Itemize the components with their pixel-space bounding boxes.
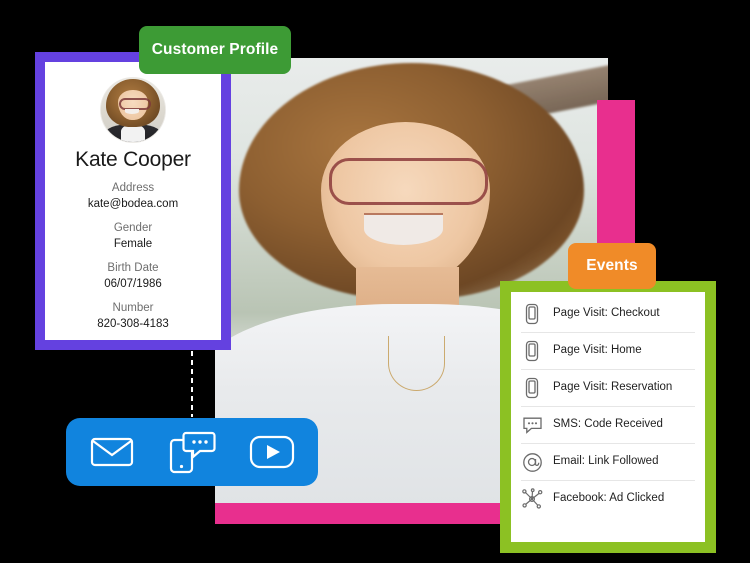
play-video-icon[interactable] [245, 431, 299, 473]
profile-field-label: Number [112, 302, 154, 315]
list-item[interactable]: Page Visit: Reservation [521, 370, 695, 407]
event-label: Page Visit: Home [553, 344, 642, 357]
composition-stage: Kate Cooper Address kate@bodea.com Gende… [0, 0, 750, 563]
channel-toolbar[interactable] [66, 418, 318, 486]
customer-name: Kate Cooper [75, 148, 191, 171]
photo-necklace [387, 335, 445, 392]
events-badge: Events [568, 243, 656, 289]
event-label: Facebook: Ad Clicked [553, 492, 665, 505]
events-list: Page Visit: Checkout Page Visit: Home Pa… [511, 292, 705, 542]
profile-field-value: 820-308-4183 [97, 317, 169, 330]
events-card: Page Visit: Checkout Page Visit: Home Pa… [500, 281, 716, 553]
list-item[interactable]: Email: Link Followed [521, 444, 695, 481]
photo-smile [364, 212, 443, 245]
pink-accent-bar-vertical [597, 100, 635, 246]
profile-field-address: Address kate@bodea.com [57, 181, 209, 212]
list-item[interactable]: Facebook: Ad Clicked [521, 481, 695, 517]
mobile-phone-icon [521, 303, 543, 325]
share-network-icon [521, 488, 543, 510]
list-item[interactable]: Page Visit: Home [521, 333, 695, 370]
customer-profile-card-inner: Kate Cooper Address kate@bodea.com Gende… [45, 62, 221, 340]
list-item[interactable]: SMS: Code Received [521, 407, 695, 444]
customer-profile-badge: Customer Profile [139, 26, 291, 74]
envelope-icon[interactable] [85, 431, 139, 473]
profile-field-value: 06/07/1986 [104, 277, 162, 290]
mobile-phone-icon [521, 377, 543, 399]
chat-bubble-icon [521, 414, 543, 436]
list-item[interactable]: Page Visit: Checkout [521, 296, 695, 333]
mobile-phone-icon [521, 340, 543, 362]
customer-profile-card: Kate Cooper Address kate@bodea.com Gende… [35, 52, 231, 350]
profile-field-label: Gender [113, 222, 153, 235]
profile-field-value: kate@bodea.com [87, 197, 179, 210]
profile-field-number: Number 820-308-4183 [57, 301, 209, 332]
profile-field-label: Address [111, 182, 155, 195]
event-label: Page Visit: Checkout [553, 307, 660, 320]
avatar [101, 78, 165, 142]
photo-glasses [328, 158, 489, 206]
mobile-chat-icon[interactable] [165, 431, 219, 474]
pink-accent-bar-horizontal [215, 503, 545, 524]
event-label: SMS: Code Received [553, 418, 663, 431]
profile-field-gender: Gender Female [57, 221, 209, 252]
profile-field-label: Birth Date [107, 262, 159, 275]
at-sign-icon [521, 451, 543, 473]
event-label: Email: Link Followed [553, 455, 659, 468]
profile-field-value: Female [113, 237, 153, 250]
event-label: Page Visit: Reservation [553, 381, 673, 394]
profile-field-birth-date: Birth Date 06/07/1986 [57, 261, 209, 292]
dashed-connector-line [191, 351, 193, 417]
